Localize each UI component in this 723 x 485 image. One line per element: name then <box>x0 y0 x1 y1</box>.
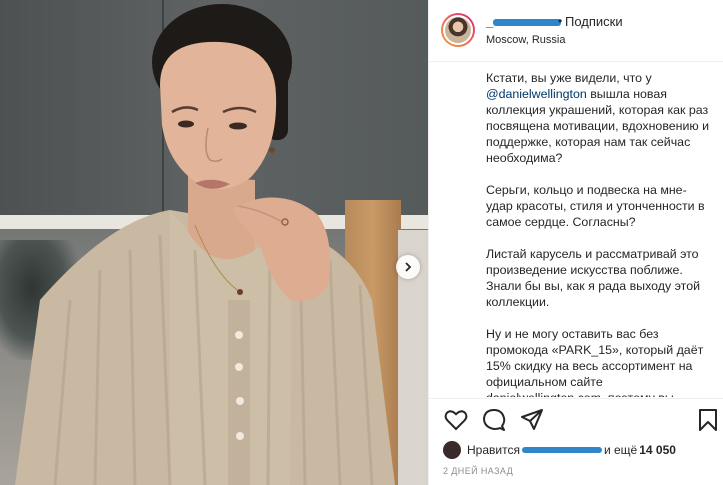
comment-icon[interactable] <box>481 407 507 433</box>
username-redaction <box>493 19 562 27</box>
mention-link[interactable]: @danielwellington <box>486 87 587 101</box>
caption-paragraph-2: Серьги, кольцо и подвеска на мне- удар к… <box>486 183 705 229</box>
caption-paragraph-1: Кстати, вы уже видели, что у @danielwell… <box>486 71 710 165</box>
likes-middle: и ещё <box>603 443 638 457</box>
following-button[interactable]: Подписки <box>565 14 623 29</box>
likes-summary[interactable]: Нравится и ещё 14 050 <box>443 440 676 460</box>
liker-avatar <box>443 441 461 459</box>
caption-paragraph-4: Ну и не могу оставить вас без промокода … <box>486 327 704 397</box>
likes-prefix: Нравится <box>467 443 520 457</box>
heart-icon[interactable] <box>443 407 469 433</box>
caption-paragraph-3: Листай карусель и рассматривай это произ… <box>486 247 701 309</box>
author-username[interactable]: _ <box>486 14 564 29</box>
post-actions-bar <box>429 398 723 440</box>
photo-woman-figure <box>15 4 395 485</box>
post-photo[interactable] <box>0 0 428 485</box>
username-text[interactable]: _ <box>486 14 493 29</box>
post-location[interactable]: Moscow, Russia <box>486 34 565 46</box>
liker-name-redaction <box>521 447 602 453</box>
paper-plane-icon[interactable] <box>519 407 545 433</box>
post-header: _ • Подписки Moscow, Russia <box>429 0 723 62</box>
header-separator: • <box>558 14 563 28</box>
post-timestamp[interactable]: 2 ДНЕЙ НАЗАД <box>443 466 513 476</box>
post-side-panel: _ • Подписки Moscow, Russia Кстати, вы у… <box>428 0 723 485</box>
likes-count[interactable]: 14 050 <box>639 443 676 457</box>
author-avatar[interactable] <box>441 13 475 47</box>
carousel-next-button[interactable] <box>396 255 420 279</box>
chevron-right-icon <box>405 262 412 272</box>
bookmark-icon[interactable] <box>695 407 721 433</box>
post-caption: Кстати, вы уже видели, что у @danielwell… <box>486 70 716 397</box>
